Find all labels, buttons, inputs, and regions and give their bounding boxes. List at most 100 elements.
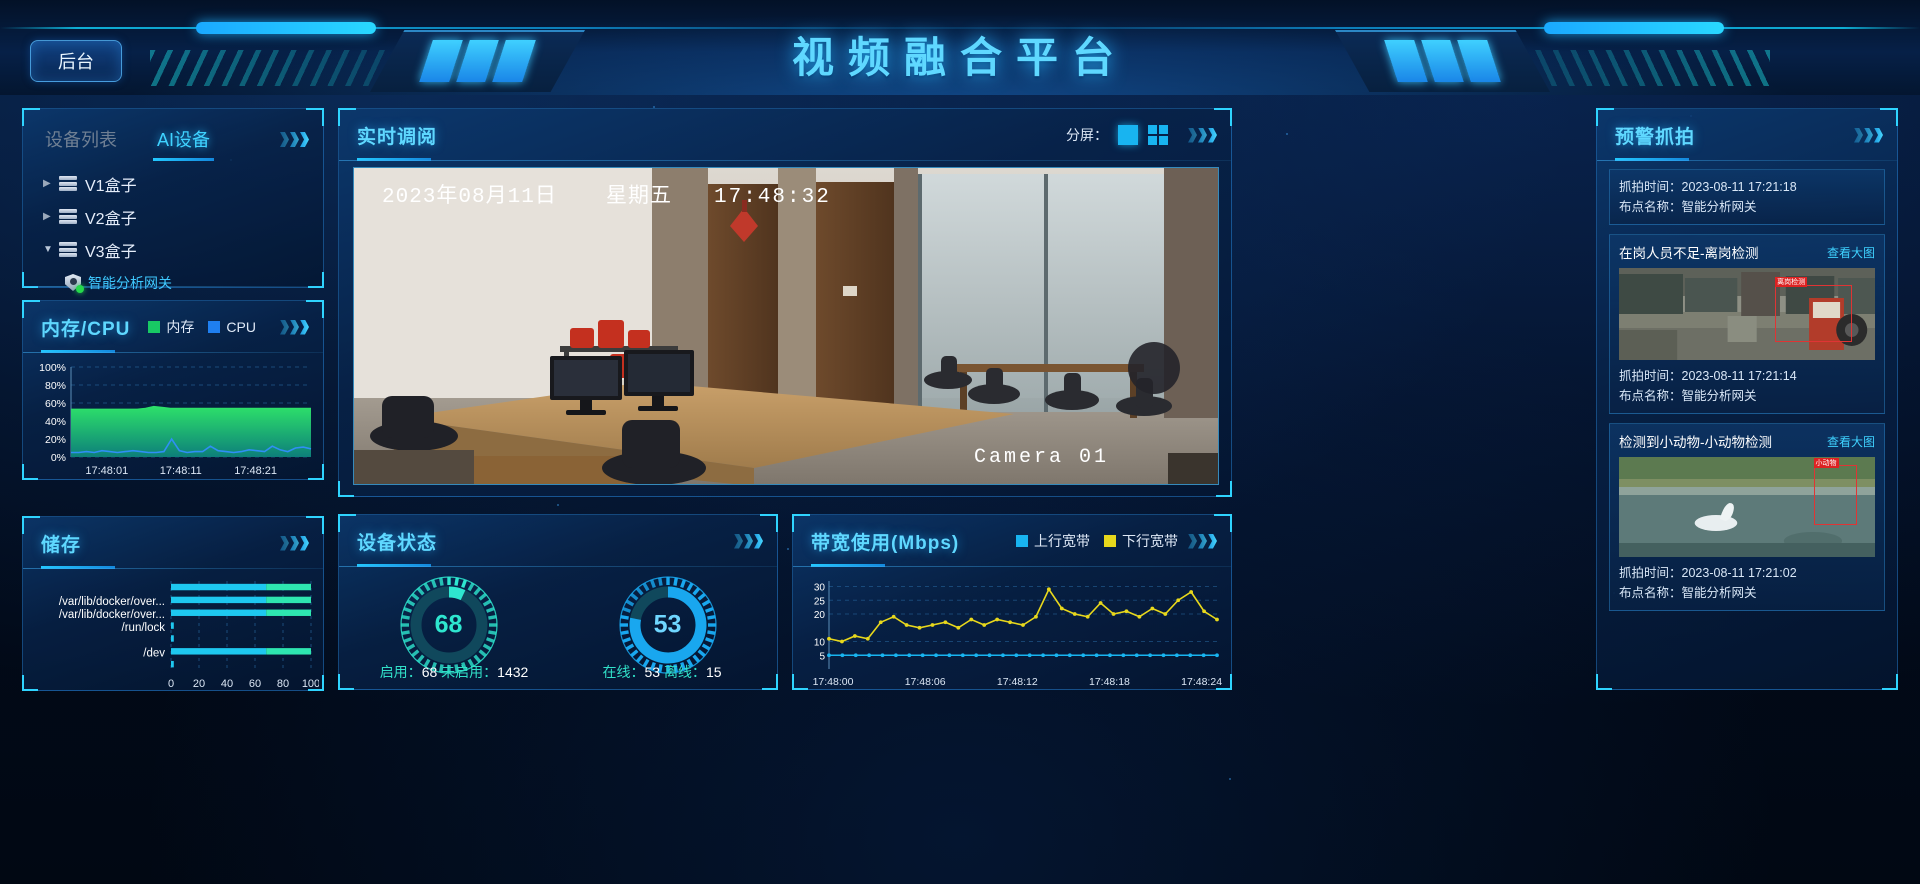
online-status-dot [76,285,84,293]
live-view-title: 实时调阅 [357,126,438,148]
alert-time-row: 抓拍时间：2023-08-11 17:21:18 [1619,177,1875,197]
legend-label-uplink: 上行宽带 [1034,533,1090,549]
device-status-footer: 启用：68 未启用：1432 在线：53 离线：15 [339,662,777,682]
alert-place-value: 智能分析网关 [1681,200,1757,214]
alert-place-row: 布点名称：智能分析网关 [1619,583,1875,603]
memory-cpu-svg: 0% 20% 40% 60% 80% 100% 17:48:01 17:48:11 17:48:… [39,362,312,477]
device-status-title: 设备状态 [357,532,438,554]
svg-text:0: 0 [168,678,174,690]
live-view-expand-icon[interactable] [1188,127,1217,143]
server-icon [59,209,77,224]
svg-text:17:48:12: 17:48:12 [997,676,1038,688]
device-panel-expand-icon[interactable] [280,132,309,147]
alert-thumbnail[interactable]: 离岗检测 [1619,268,1875,360]
backend-button[interactable]: 后台 [30,40,122,82]
view-large-image-link[interactable]: 查看大图 [1827,433,1875,450]
bandwidth-svg: 5 10 20 25 30 17:48:00 17:48:06 17:48:12 17:48:1… [813,581,1222,688]
bandwidth-title: 带宽使用(Mbps) [811,532,960,554]
legend-swatch-uplink [1016,535,1028,547]
tree-item-v2[interactable]: ▶ V2盒子 [31,200,323,233]
device-status-expand-icon[interactable] [734,533,763,549]
storage-panel: 储存 0 20 40 60 80 100/var/lib/docker/over.../v… [22,516,324,691]
detection-label: 小动物 [1813,458,1839,468]
svg-text:30: 30 [814,583,826,594]
legend-label-memory: 内存 [166,319,195,335]
svg-text:60%: 60% [45,398,66,410]
device-panel-tabs: 设备列表 AI设备 [23,109,323,161]
legend-memory: 内存 [148,317,194,337]
alert-thumbnail[interactable]: 小动物 [1619,457,1875,557]
tree-item-gateway[interactable]: 智能分析网关 [31,266,323,299]
legend-swatch-memory [148,321,161,333]
split-screen-label: 分屏： [1066,127,1108,143]
alert-header-row: 检测到小动物-小动物检测 查看大图 [1619,431,1875,451]
svg-text:100: 100 [302,678,319,690]
bandwidth-legend: 上行宽带 下行宽带 [1016,531,1178,551]
svg-text:10: 10 [814,638,826,649]
offline-value: 15 [705,664,722,680]
alert-time-label: 抓拍时间： [1619,180,1682,194]
legend-swatch-downlink [1104,535,1116,547]
memory-cpu-panel: 内存/CPU 内存 CPU 0% 20% 40% 60% 80% 100% 17:48:01… [22,300,324,480]
legend-uplink: 上行宽带 [1016,531,1090,551]
tree-item-v3[interactable]: ▼ V3盒子 [31,233,323,266]
svg-text:100%: 100% [39,362,66,374]
svg-text:/var/lib/docker/over...: /var/lib/docker/over... [59,596,165,608]
svg-text:星期五: 星期五 [606,185,672,209]
offline-label: 离线： [663,664,706,680]
storage-chart: 0 20 40 60 80 100/var/lib/docker/over.../var/… [23,569,323,700]
split-screen-control: 分屏： [1066,125,1217,145]
detection-label: 离岗检测 [1775,277,1808,288]
alert-place-row: 布点名称：智能分析网关 [1619,197,1875,217]
bandwidth-chart: 5 10 20 25 30 17:48:00 17:48:06 17:48:12 17:48:1… [793,567,1231,698]
tree-item-label: V1盒子 [85,177,137,195]
live-view-panel: 实时调阅 分屏： 2023年08月11日 星期五 17:48:32 Camera… [338,108,1232,497]
tree-item-label: V3盒子 [85,243,137,261]
alert-list[interactable]: 抓拍时间：2023-08-11 17:21:18 布点名称：智能分析网关 在岗人… [1597,161,1897,611]
alert-card[interactable]: 在岗人员不足-离岗检测 查看大图 离岗检测 抓拍时间：2023-08-11 17… [1609,234,1885,414]
memory-cpu-expand-icon[interactable] [280,319,309,335]
gauge-enabled-value: 68 [434,610,463,639]
alert-capture-panel: 预警抓拍 抓拍时间：2023-08-11 17:21:18 布点名称：智能分析网… [1596,108,1898,690]
alert-time-row: 抓拍时间：2023-08-11 17:21:14 [1619,366,1875,386]
svg-text:17:48:24: 17:48:24 [1181,676,1222,688]
alert-time-label: 抓拍时间： [1619,566,1682,580]
device-list-panel: 设备列表 AI设备 ▶ V1盒子 ▶ V2盒子 ▼ V3盒子 智能分析网关 [22,108,324,293]
split-single-button[interactable] [1118,125,1138,145]
svg-text:Camera 01: Camera 01 [974,446,1109,469]
alert-place-value: 智能分析网关 [1681,586,1757,600]
svg-text:17:48:32: 17:48:32 [714,186,831,209]
svg-text:/run/lock: /run/lock [122,622,166,634]
storage-expand-icon[interactable] [280,535,309,551]
alert-place-value: 智能分析网关 [1681,389,1757,403]
bandwidth-expand-icon[interactable] [1188,533,1217,549]
alert-place-label: 布点名称： [1619,200,1682,214]
video-stream[interactable]: 2023年08月11日 星期五 17:48:32 Camera 01 [353,167,1219,485]
disabled-label: 未启用： [441,664,498,680]
tab-device-list[interactable]: 设备列表 [45,126,117,161]
gauge-online-value: 53 [653,610,682,639]
svg-text:17:48:00: 17:48:00 [813,676,854,688]
chevron-right-icon[interactable]: ▶ [43,211,59,222]
view-large-image-link[interactable]: 查看大图 [1827,244,1875,261]
shield-icon [65,274,84,293]
app-header: 视频融合平台 后台 [0,0,1920,95]
tab-ai-device[interactable]: AI设备 [152,126,215,161]
svg-text:80%: 80% [45,380,66,392]
video-frame-content: 2023年08月11日 星期五 17:48:32 Camera 01 [354,168,1218,484]
storage-svg: 0 20 40 60 80 100/var/lib/docker/over.../var/… [59,581,320,690]
alert-time-value: 2023-08-11 17:21:18 [1681,180,1797,194]
chevron-right-icon[interactable]: ▶ [43,178,59,189]
alert-card[interactable]: 抓拍时间：2023-08-11 17:21:18 布点名称：智能分析网关 [1609,169,1885,225]
chevron-down-icon[interactable]: ▼ [43,244,59,255]
svg-text:17:48:21: 17:48:21 [234,465,277,477]
alert-header-row: 在岗人员不足-离岗检测 查看大图 [1619,242,1875,262]
alert-time-value: 2023-08-11 17:21:14 [1681,369,1797,383]
alert-card[interactable]: 检测到小动物-小动物检测 查看大图 小动物 抓拍时间：2023-08-11 17… [1609,423,1885,611]
svg-text:25: 25 [814,596,826,607]
svg-text:80: 80 [277,678,289,690]
tree-item-v1[interactable]: ▶ V1盒子 [31,167,323,200]
alert-expand-icon[interactable] [1854,127,1883,143]
split-quad-button[interactable] [1148,125,1168,145]
svg-text:2023年08月11日: 2023年08月11日 [382,184,557,209]
